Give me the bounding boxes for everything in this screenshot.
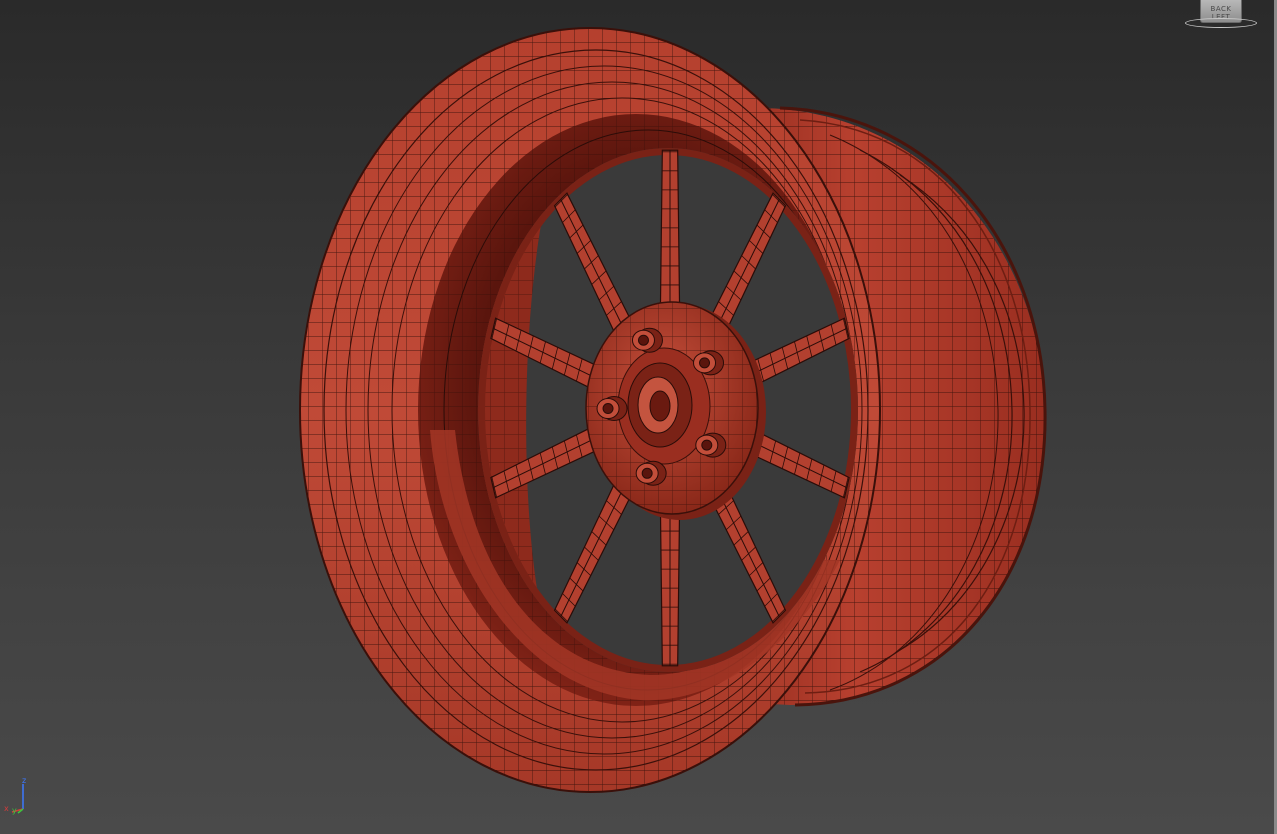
lug-nut xyxy=(596,396,628,422)
perspective-viewport[interactable]: BACK LEFT z x y xyxy=(0,0,1277,834)
y-axis-label: y xyxy=(12,806,17,815)
z-axis-label: z xyxy=(22,776,27,785)
x-axis-label: x xyxy=(4,804,9,813)
lug-nut xyxy=(635,460,667,486)
axis-tripod-icon: z x y xyxy=(4,776,38,816)
lug-nut xyxy=(695,432,727,458)
lug-nut xyxy=(693,350,725,376)
wheel-model[interactable] xyxy=(0,0,1277,834)
axis-tripod-graphic xyxy=(11,784,24,814)
viewcube[interactable]: BACK LEFT xyxy=(1183,0,1261,32)
lug-nut xyxy=(631,327,663,353)
viewcube-compass-ring[interactable] xyxy=(1185,18,1257,28)
